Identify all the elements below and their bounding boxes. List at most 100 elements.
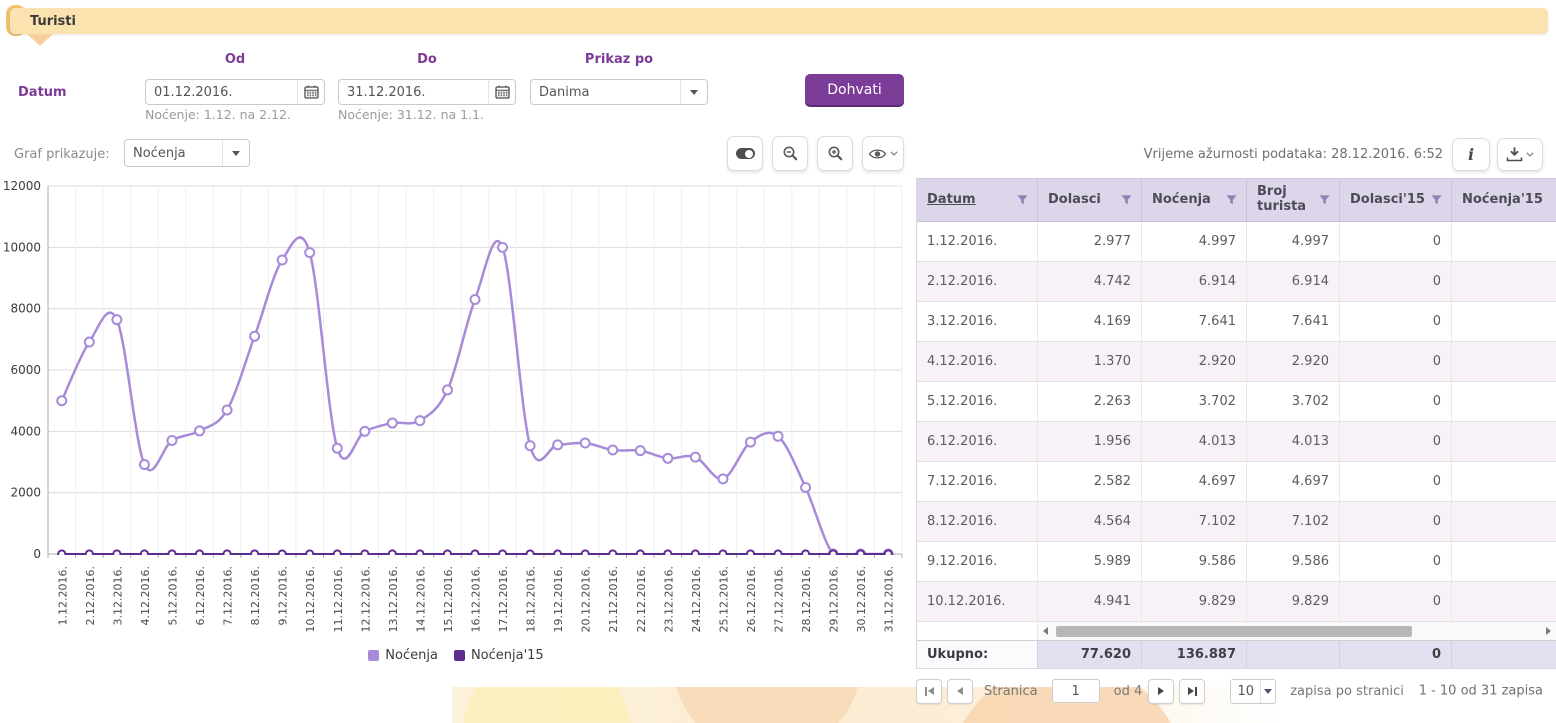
column-header-nocenja[interactable]: Noćenja (1142, 179, 1247, 221)
table-row[interactable]: 10.12.2016.4.9419.8299.8290 (917, 582, 1556, 622)
filter-icon[interactable] (1319, 195, 1330, 206)
module-tab-bar[interactable]: Turisti (10, 8, 1548, 34)
legend-item-nocenja15[interactable]: Noćenja'15 (454, 648, 544, 663)
filter-icon[interactable] (1121, 195, 1132, 206)
table-row[interactable]: 4.12.2016.1.3702.9202.9200 (917, 342, 1556, 382)
cell-value: 2.977 (1038, 222, 1142, 262)
svg-text:1.12.2016.: 1.12.2016. (56, 566, 69, 625)
od-label: Od (145, 52, 325, 67)
download-icon (1506, 147, 1523, 162)
table-row[interactable]: 8.12.2016.4.5647.1027.1020 (917, 502, 1556, 542)
previous-page-button[interactable] (947, 679, 973, 704)
cell-value: 2.920 (1247, 342, 1340, 382)
cell-value (1452, 222, 1556, 262)
column-header-nocenja15[interactable]: Noćenja'15 (1452, 179, 1556, 221)
filter-icon[interactable] (1431, 195, 1442, 206)
cell-value (1452, 302, 1556, 342)
cell-datum: 4.12.2016. (917, 342, 1038, 382)
cell-value: 4.697 (1247, 462, 1340, 502)
info-icon: i (1468, 145, 1474, 164)
page-size-dropdown-button[interactable] (1260, 680, 1275, 703)
cell-value: 4.697 (1142, 462, 1247, 502)
legend-swatch-light (368, 650, 379, 661)
legend-item-nocenja[interactable]: Noćenja (368, 648, 438, 663)
per-page-label: zapisa po stranici (1290, 684, 1404, 699)
scrollbar-thumb[interactable] (1056, 626, 1412, 637)
svg-text:29.12.2016.: 29.12.2016. (828, 566, 841, 632)
table-row[interactable]: 9.12.2016.5.9899.5869.5860 (917, 542, 1556, 582)
svg-text:19.12.2016.: 19.12.2016. (552, 566, 565, 632)
table-row[interactable]: 2.12.2016.4.7426.9146.9140 (917, 262, 1556, 302)
table-row[interactable]: 5.12.2016.2.2633.7023.7020 (917, 382, 1556, 422)
filter-icon[interactable] (1226, 195, 1237, 206)
cell-value: 1.956 (1038, 422, 1142, 462)
column-header-broj-turista[interactable]: Broj turista (1247, 179, 1340, 221)
info-button[interactable]: i (1452, 138, 1490, 171)
filter-icon[interactable] (1017, 195, 1028, 206)
export-button[interactable] (1497, 138, 1543, 171)
scroll-left-arrow-icon[interactable] (1043, 627, 1048, 635)
cell-value: 0 (1340, 302, 1452, 342)
cell-value (1452, 462, 1556, 502)
prikaz-po-select[interactable]: Danima (530, 79, 708, 105)
svg-text:0: 0 (33, 547, 41, 561)
zoom-out-button[interactable] (772, 136, 808, 171)
chevron-down-icon (1264, 689, 1272, 694)
horizontal-scrollbar-row (917, 622, 1556, 640)
graf-prikazuje-select[interactable]: Noćenja (124, 139, 250, 167)
toggle-series-button[interactable] (727, 136, 763, 171)
svg-text:2.12.2016.: 2.12.2016. (84, 566, 97, 625)
svg-text:17.12.2016.: 17.12.2016. (497, 566, 510, 632)
cell-value: 3.702 (1142, 382, 1247, 422)
table-row[interactable]: 1.12.2016.2.9774.9974.9970 (917, 222, 1556, 262)
zoom-out-icon (782, 145, 799, 162)
svg-text:9.12.2016.: 9.12.2016. (277, 566, 290, 625)
table-row[interactable]: 3.12.2016.4.1697.6417.6410 (917, 302, 1556, 342)
next-page-button[interactable] (1148, 679, 1174, 704)
data-updated-text: Vrijeme ažurnosti podataka: 28.12.2016. … (1144, 147, 1443, 162)
prikaz-po-dropdown-button[interactable] (680, 80, 707, 104)
cell-value (1452, 582, 1556, 622)
first-page-button[interactable] (916, 679, 942, 704)
cell-value: 2.582 (1038, 462, 1142, 502)
dohvati-button[interactable]: Dohvati (805, 74, 904, 105)
last-page-icon (1188, 687, 1194, 695)
cell-value: 4.013 (1142, 422, 1247, 462)
visibility-dropdown-button[interactable] (862, 136, 904, 171)
svg-text:26.12.2016.: 26.12.2016. (745, 566, 758, 632)
column-header-dolasci15[interactable]: Dolasci'15 (1340, 179, 1452, 221)
scroll-right-arrow-icon[interactable] (1546, 627, 1551, 635)
chart-plot[interactable]: 0200040006000800010000120001.12.2016.2.1… (2, 180, 910, 648)
cell-datum: 6.12.2016. (917, 422, 1038, 462)
column-label: Dolasci (1048, 193, 1101, 208)
last-page-button[interactable] (1179, 679, 1205, 704)
page-size-value: 10 (1231, 684, 1260, 699)
graf-dropdown-button[interactable] (222, 140, 249, 166)
page-number-input[interactable] (1052, 679, 1100, 703)
table-row[interactable]: 7.12.2016.2.5824.6974.6970 (917, 462, 1556, 502)
zoom-in-button[interactable] (817, 136, 853, 171)
do-hint: Noćenje: 31.12. na 1.1. (338, 107, 484, 122)
chart-legend: Noćenja Noćenja'15 (2, 648, 910, 663)
column-header-dolasci[interactable]: Dolasci (1038, 179, 1142, 221)
table-body: 1.12.2016.2.9774.9974.99702.12.2016.4.74… (917, 222, 1556, 622)
page-size-select[interactable]: 10 (1230, 679, 1276, 704)
calendar-button-to[interactable] (488, 80, 515, 104)
tab-turisti[interactable]: Turisti (10, 14, 76, 29)
svg-text:18.12.2016.: 18.12.2016. (525, 566, 538, 632)
cell-value: 4.742 (1038, 262, 1142, 302)
line-chart[interactable]: 0200040006000800010000120001.12.2016.2.1… (2, 180, 910, 648)
column-header-datum[interactable]: Datum (917, 179, 1038, 221)
cell-value: 0 (1340, 422, 1452, 462)
cell-value: 0 (1340, 582, 1452, 622)
date-from-input[interactable] (146, 85, 297, 100)
table-row[interactable]: 6.12.2016.1.9564.0134.0130 (917, 422, 1556, 462)
horizontal-scrollbar[interactable] (1038, 622, 1556, 640)
cell-value: 0 (1340, 502, 1452, 542)
cell-value (1452, 262, 1556, 302)
date-to-input[interactable] (339, 85, 488, 100)
svg-text:12000: 12000 (3, 180, 41, 193)
column-label: Dolasci'15 (1350, 193, 1425, 208)
cell-datum: 1.12.2016. (917, 222, 1038, 262)
calendar-button-from[interactable] (297, 80, 324, 104)
